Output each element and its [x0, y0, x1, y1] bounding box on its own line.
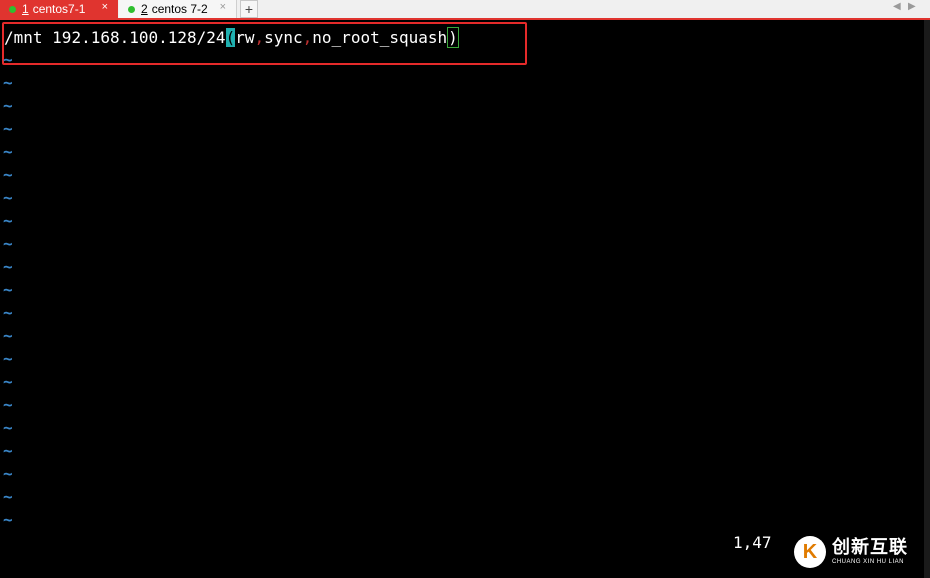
empty-line-tilde: ~ — [3, 303, 13, 322]
new-tab-button[interactable]: + — [240, 0, 258, 18]
empty-line-tilde: ~ — [3, 372, 13, 391]
logo-title: 创新互联 — [832, 537, 908, 558]
empty-line-tilde: ~ — [3, 188, 13, 207]
scroll-tabs-right-icon[interactable]: ▶ — [908, 1, 916, 12]
empty-line-tilde: ~ — [3, 418, 13, 437]
close-icon[interactable]: × — [220, 1, 226, 13]
empty-line-tilde: ~ — [3, 50, 13, 69]
empty-line-tilde: ~ — [3, 349, 13, 368]
empty-line-tilde: ~ — [3, 257, 13, 276]
tab-centos7-2[interactable]: 2 centos 7-2 × — [119, 0, 237, 18]
connected-status-icon — [128, 5, 135, 13]
tab-number: 2 — [141, 2, 148, 16]
empty-line-tilde: ~ — [3, 326, 13, 345]
connected-status-icon — [9, 5, 16, 13]
tab-label: centos 7-2 — [151, 2, 208, 16]
highlight-box — [2, 22, 527, 65]
tab-centos7-1[interactable]: 1 centos7-1 × — [0, 0, 118, 18]
watermark-logo: K 创新互联 CHUANG XIN HU LIAN — [794, 533, 924, 571]
logo-icon: K — [794, 536, 826, 568]
logo-subtitle: CHUANG XIN HU LIAN — [832, 559, 905, 565]
empty-line-tilde: ~ — [3, 280, 13, 299]
tab-number: 1 — [22, 2, 29, 16]
empty-line-tilde: ~ — [3, 510, 13, 529]
empty-line-tilde: ~ — [3, 234, 13, 253]
terminal-area[interactable] — [0, 20, 924, 578]
empty-line-tilde: ~ — [3, 96, 13, 115]
empty-line-tilde: ~ — [3, 142, 13, 161]
empty-line-tilde: ~ — [3, 73, 13, 92]
close-icon[interactable]: × — [102, 1, 108, 13]
empty-line-tilde: ~ — [3, 487, 13, 506]
tab-bar: 1 centos7-1 × 2 centos 7-2 × + ◀ ▶ — [0, 0, 930, 20]
empty-line-tilde: ~ — [3, 395, 13, 414]
empty-line-tilde: ~ — [3, 441, 13, 460]
scroll-tabs-left-icon[interactable]: ◀ — [893, 1, 901, 12]
scrollbar[interactable] — [924, 20, 930, 578]
empty-line-tilde: ~ — [3, 165, 13, 184]
cursor-position: 1,47 — [733, 533, 772, 552]
empty-line-tilde: ~ — [3, 464, 13, 483]
empty-line-tilde: ~ — [3, 211, 13, 230]
empty-line-tilde: ~ — [3, 119, 13, 138]
tab-label: centos7-1 — [32, 2, 86, 16]
